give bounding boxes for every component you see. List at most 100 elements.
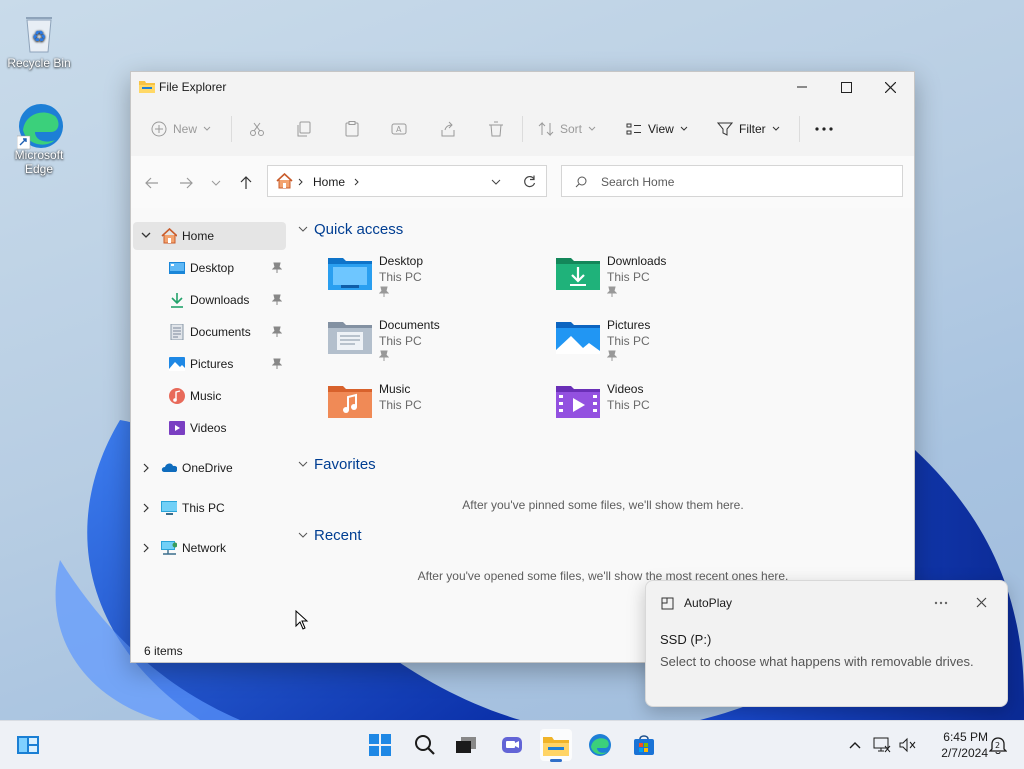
favorites-empty-text: After you've pinned some files, we'll sh… [462,498,744,512]
task-view-icon [456,737,476,753]
recent-locations-button[interactable] [207,174,225,192]
clock[interactable]: 6:45 PM 2/7/2024 [926,729,988,761]
videos-icon [169,421,185,435]
item-name: Music [379,382,411,396]
pin-icon [379,350,389,361]
sidebar-item-onedrive[interactable]: OneDrive [133,454,286,482]
sort-button[interactable]: Sort [538,117,596,141]
chevron-right-icon[interactable] [143,503,151,513]
pin-icon [272,262,282,273]
desktop-folder-icon [328,258,372,290]
arrow-right-icon [180,177,193,189]
new-button[interactable]: New [151,117,211,141]
search-icon [575,176,587,188]
music-folder-icon [328,386,372,418]
search-box[interactable]: Search Home [561,165,903,197]
widgets-button[interactable] [12,729,44,761]
sidebar-item-videos[interactable]: Videos [133,414,286,442]
address-dropdown-icon[interactable] [491,179,501,185]
filter-label: Filter [739,122,766,136]
pin-icon [607,286,617,297]
quick-access-videos[interactable]: Videos This PC [555,380,765,432]
taskbar-store[interactable] [628,729,660,761]
separator [799,116,800,142]
quick-access-desktop[interactable]: Desktop This PC [327,252,537,304]
share-button[interactable] [440,117,456,141]
chevron-down-icon [298,226,308,232]
documents-icon [170,324,184,340]
sidebar-item-label: Home [182,229,215,243]
autoplay-notification[interactable]: AutoPlay SSD (P:) Select to choose what … [645,580,1008,707]
quick-access-downloads[interactable]: Downloads This PC [555,252,765,304]
chevron-down-icon[interactable] [141,232,151,240]
more-icon[interactable] [934,601,948,605]
sidebar-item-label: OneDrive [182,461,233,475]
chevron-right-icon[interactable] [143,463,151,473]
sidebar-item-home[interactable]: Home [133,222,286,250]
file-explorer-window[interactable]: File Explorer New A Sort View Filter Hom… [130,71,915,663]
pin-icon [607,350,617,361]
sidebar-item-desktop[interactable]: Desktop [133,254,286,282]
sidebar-item-network[interactable]: Network [133,534,286,562]
task-view-button[interactable] [450,729,482,761]
separator [231,116,232,142]
chevron-down-icon [298,532,308,538]
rename-button[interactable]: A [391,117,407,141]
quick-access-music[interactable]: Music This PC [327,380,537,432]
search-button[interactable] [409,729,441,761]
desktop-icon-recycle-bin[interactable]: ♻ Recycle Bin [1,10,77,70]
more-icon [815,127,833,131]
sidebar-item-downloads[interactable]: Downloads [133,286,286,314]
quick-access-header[interactable]: Quick access [298,221,403,238]
refresh-icon[interactable] [523,175,536,188]
desktop-icon-edge[interactable]: Microsoft Edge [1,102,77,176]
address-bar[interactable]: Home [267,165,547,197]
delete-button[interactable] [488,117,504,141]
section-title: Quick access [314,221,404,238]
sidebar-item-music[interactable]: Music [133,382,286,410]
breadcrumb-home[interactable]: Home [313,175,345,189]
status-bar-item-count: 6 items [144,644,183,658]
separator [522,116,523,142]
clipboard-icon [345,121,359,137]
item-location: This PC [607,398,650,412]
paste-button[interactable] [344,117,360,141]
more-options-button[interactable] [815,117,833,141]
favorites-header[interactable]: Favorites [298,456,376,473]
sidebar-item-label: Desktop [190,261,235,275]
item-location: This PC [379,398,422,412]
item-name: Desktop [379,254,424,268]
notification-center-button[interactable]: 2 [982,729,1014,761]
chat-button[interactable] [496,729,528,761]
chevron-right-icon[interactable] [143,543,151,553]
recent-header[interactable]: Recent [298,527,362,544]
quick-access-documents[interactable]: Documents This PC [327,316,537,368]
cut-button[interactable] [249,117,265,141]
up-button[interactable] [237,174,255,192]
svg-text:2: 2 [995,741,1000,750]
title-bar[interactable]: File Explorer [131,72,914,102]
item-name: Downloads [607,254,667,268]
back-button[interactable] [143,174,161,192]
close-icon[interactable] [976,597,987,608]
minimize-button[interactable] [779,72,825,102]
filter-button[interactable]: Filter [717,117,780,141]
sidebar-item-documents[interactable]: Documents [133,318,286,346]
sidebar-item-this-pc[interactable]: This PC [133,494,286,522]
copy-button[interactable] [296,117,312,141]
close-button[interactable] [867,72,913,102]
documents-folder-icon [328,322,372,354]
recycle-bin-label: Recycle Bin [7,56,71,70]
quick-access-pictures[interactable]: Pictures This PC [555,316,765,368]
notification-device: SSD (P:) [660,632,712,647]
volume-button[interactable] [892,729,924,761]
taskbar-file-explorer[interactable] [540,729,572,762]
sidebar-item-label: Documents [190,325,251,339]
forward-button[interactable] [177,174,195,192]
view-button[interactable]: View [626,117,688,141]
taskbar-edge[interactable] [584,729,616,761]
start-button[interactable] [364,729,396,761]
sidebar-item-pictures[interactable]: Pictures [133,350,286,378]
recycle-bin-icon: ♻ [17,10,61,54]
maximize-button[interactable] [823,72,869,102]
